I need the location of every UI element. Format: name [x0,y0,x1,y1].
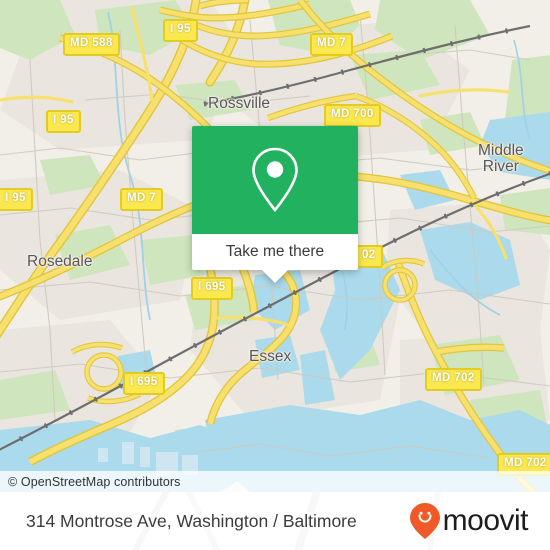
place-label-rosedale: Rosedale [27,253,93,270]
moovit-pin-icon [409,503,440,539]
take-me-there-label: Take me there [225,243,325,260]
location-popup-card[interactable]: Take me there [192,126,358,283]
road-shield-md-7-b[interactable]: MD 7 [120,188,164,211]
road-shield-i-695-b[interactable]: I 695 [123,372,165,395]
road-shield-i-95-a[interactable]: I 95 [163,19,198,42]
road-shield-i-95-b[interactable]: I 95 [46,110,81,133]
bottom-info-bar: 314 Montrose Ave, Washington / Baltimore… [0,492,550,550]
map-attribution: © OpenStreetMap contributors [0,471,550,492]
moovit-wordmark: moovit [442,504,529,537]
take-me-there-button[interactable]: Take me there [192,234,358,270]
road-shield-md-588[interactable]: MD 588 [63,33,120,56]
road-shield-md-702-partial[interactable]: 02 [355,245,383,268]
popup-image-area [192,126,358,234]
popup-pointer-tail [262,270,288,283]
address-label: 314 Montrose Ave, Washington / Baltimore [26,510,357,531]
place-label-essex: Essex [249,348,292,365]
road-shield-md-700[interactable]: MD 700 [324,104,381,127]
map-pin-icon [252,147,298,213]
place-label-rossville: Rossville [208,95,271,112]
attribution-text: © OpenStreetMap contributors [8,474,181,489]
place-label-middle-river: Middle River [478,142,524,175]
road-shield-md-7-a[interactable]: MD 7 [310,33,354,56]
road-shield-i-95-c[interactable]: I 95 [0,188,33,211]
road-shield-i-695-a[interactable]: I 695 [191,277,233,300]
moovit-logo[interactable]: moovit [409,502,529,540]
road-shield-md-702-a[interactable]: MD 702 [425,368,482,391]
map-screen: Rossville Middle River Rosedale Essex MD… [0,0,550,550]
